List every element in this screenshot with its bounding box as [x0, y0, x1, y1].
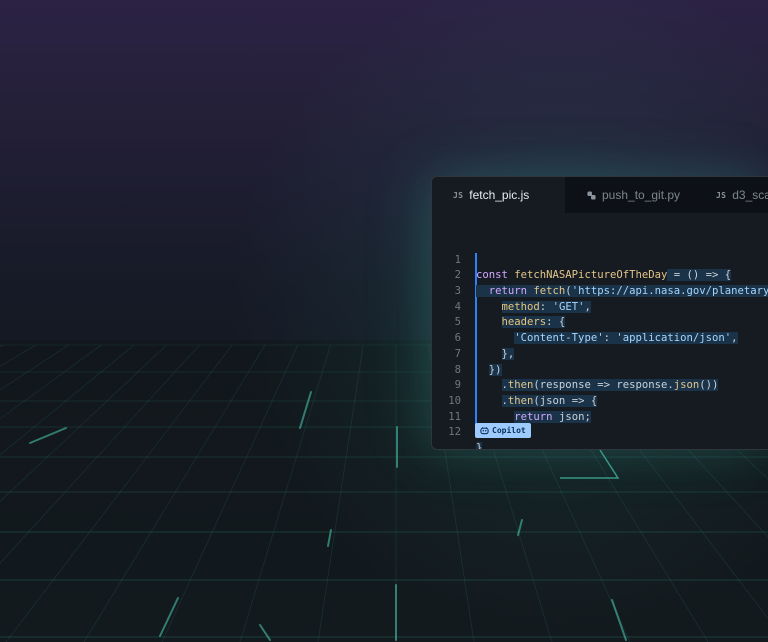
code-line: 6 },	[432, 315, 768, 360]
tab-fetch-pic-js[interactable]: JS fetch_pic.js	[432, 177, 565, 213]
tab-label: fetch_pic.js	[469, 188, 530, 202]
js-file-icon: JS	[716, 190, 727, 200]
editor-tab-bar: JS fetch_pic.js push_to_git.py JS d3_sca…	[432, 177, 768, 213]
copilot-label: Copilot	[492, 426, 526, 435]
code-line: 5 'Content-Type': 'application/json',	[432, 300, 768, 345]
js-file-icon: JS	[453, 190, 464, 200]
tab-label: push_to_git.py	[602, 188, 681, 202]
code-line: 8 .then(response => response.json())	[432, 347, 768, 392]
code-area[interactable]: 1 const fetchNASAPictureOfTheDay = () =>…	[432, 237, 768, 449]
code-line: 11 });	[432, 394, 768, 439]
code-line: 3 method: 'GET',	[432, 268, 768, 313]
line-number: 12	[448, 426, 461, 439]
copilot-badge[interactable]: Copilot	[475, 423, 531, 438]
code-editor: JS fetch_pic.js push_to_git.py JS d3_sca…	[431, 176, 768, 450]
tab-d3-scale[interactable]: JS d3_scale	[695, 177, 768, 213]
code-line: 2 return fetch('https://api.nasa.gov/pla…	[432, 253, 768, 298]
tab-label: d3_scale	[732, 188, 768, 202]
code-line: 1 const fetchNASAPictureOfTheDay = () =>…	[432, 237, 768, 282]
code-line: 9 .then(json => {	[432, 363, 768, 407]
code-line: 10 return json;	[432, 378, 768, 423]
tab-push-to-git-py[interactable]: push_to_git.py	[565, 177, 695, 213]
code-line: 7 })	[432, 331, 768, 376]
code-line: 4 headers: {	[432, 284, 768, 329]
python-file-icon	[587, 190, 596, 200]
copilot-icon	[480, 427, 489, 435]
